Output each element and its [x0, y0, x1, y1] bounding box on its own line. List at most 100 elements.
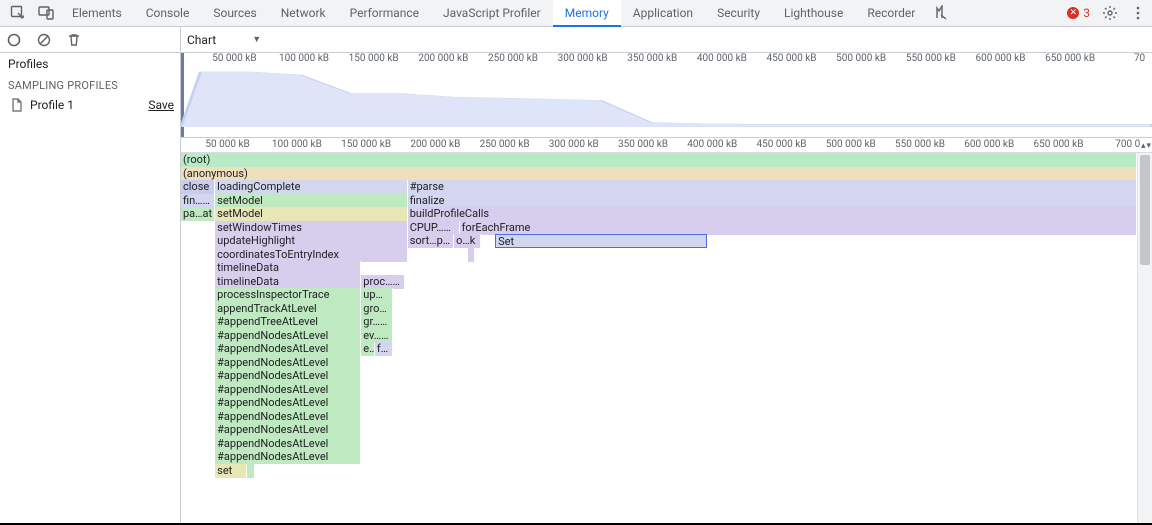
flame-segment[interactable]: proc…ata: [361, 275, 405, 289]
profile-save-link[interactable]: Save: [148, 98, 174, 112]
flame-segment[interactable]: gro…ts: [361, 302, 392, 316]
flame-segment[interactable]: [247, 464, 255, 478]
flame-segment[interactable]: loadingComplete: [215, 180, 408, 194]
flame-row: timelineData: [181, 261, 1137, 274]
ruler-tick: 450 000 kB: [757, 139, 807, 150]
ruler-tick: 500 000 kB: [826, 139, 876, 150]
flame-row: #appendNodesAtLevel: [181, 383, 1137, 396]
ruler-tick: 650 000 kB: [1033, 139, 1083, 150]
ruler-tick: 700 0: [1115, 139, 1140, 150]
ruler-tick: 550 000 kB: [895, 139, 945, 150]
flame-chart[interactable]: (root)(anonymous)closeloadingComplete#pa…: [181, 153, 1152, 523]
flame-row: #appendNodesAtLevel: [181, 437, 1137, 450]
vertical-scrollbar[interactable]: [1137, 153, 1152, 523]
flame-segment[interactable]: fin…ce: [181, 194, 215, 208]
flame-segment[interactable]: Set: [495, 234, 707, 248]
flame-segment[interactable]: #appendNodesAtLevel: [215, 396, 361, 410]
overview-chart[interactable]: 50 000 kB100 000 kB150 000 kB200 000 kB2…: [181, 53, 1152, 138]
tab-performance[interactable]: Performance: [338, 0, 431, 26]
flame-segment[interactable]: setModel: [215, 207, 408, 221]
settings-icon[interactable]: [1096, 0, 1124, 26]
flame-segment[interactable]: appendTrackAtLevel: [215, 302, 361, 316]
tab-recorder[interactable]: Recorder: [855, 0, 927, 26]
flame-segment[interactable]: #appendNodesAtLevel: [215, 342, 361, 356]
flame-segment[interactable]: buildProfileCalls: [408, 207, 1137, 221]
flame-row: #appendNodesAtLevel: [181, 423, 1137, 436]
flame-row: #appendNodesAtLevel: [181, 450, 1137, 463]
kebab-icon[interactable]: [1124, 0, 1152, 26]
flame-row: #appendNodesAtLevel: [181, 356, 1137, 369]
document-icon: [10, 98, 24, 112]
tab-security[interactable]: Security: [705, 0, 772, 26]
flame-segment[interactable]: f…r: [375, 342, 393, 356]
flame-segment[interactable]: (root): [181, 153, 1137, 167]
flame-segment[interactable]: gr…ew: [361, 315, 392, 329]
flame-row: pa…atsetModelbuildProfileCalls: [181, 207, 1137, 220]
block-icon[interactable]: [36, 32, 52, 48]
delete-icon[interactable]: [66, 32, 82, 48]
flame-row: #appendNodesAtLevel: [181, 410, 1137, 423]
ruler-tick: 350 000 kB: [618, 139, 668, 150]
flame-segment[interactable]: close: [181, 180, 215, 194]
inspect-icon[interactable]: [4, 0, 32, 26]
flame-row: #appendNodesAtLevel: [181, 396, 1137, 409]
flame-segment[interactable]: ev…ew: [361, 329, 392, 343]
overview-area: [181, 67, 1152, 127]
device-toggle-icon[interactable]: [32, 0, 60, 26]
tab-sources[interactable]: Sources: [201, 0, 268, 26]
ruler-tick: 400 000 kB: [687, 139, 737, 150]
flame-segment[interactable]: #appendNodesAtLevel: [215, 437, 361, 451]
profile-item[interactable]: Profile 1 Save: [0, 94, 180, 116]
ruler-tick: 250 000 kB: [488, 53, 538, 64]
flame-segment[interactable]: coordinatesToEntryIndex: [215, 248, 408, 262]
flame-segment[interactable]: #appendNodesAtLevel: [215, 410, 361, 424]
flame-segment[interactable]: #appendNodesAtLevel: [215, 383, 361, 397]
tab-console[interactable]: Console: [134, 0, 202, 26]
flame-segment[interactable]: #appendTreeAtLevel: [215, 315, 361, 329]
flame-segment[interactable]: set: [215, 464, 246, 478]
timeline-ruler[interactable]: 50 000 kB100 000 kB150 000 kB200 000 kB2…: [181, 138, 1152, 153]
flame-segment[interactable]: #appendNodesAtLevel: [215, 423, 361, 437]
flame-segment[interactable]: e…: [361, 342, 375, 356]
record-icon[interactable]: [6, 32, 22, 48]
tab-memory[interactable]: Memory: [553, 0, 621, 27]
view-select[interactable]: Chart ▼: [187, 33, 261, 47]
flame-segment[interactable]: #appendNodesAtLevel: [215, 369, 361, 383]
flame-segment[interactable]: timelineData: [215, 261, 361, 275]
flame-row: fin…cesetModelfinalize: [181, 194, 1137, 207]
ruler-tick: 300 000 kB: [549, 139, 599, 150]
flame-segment[interactable]: sort…ples: [408, 234, 454, 248]
flame-segment[interactable]: CPUP…del: [408, 221, 460, 235]
flame-segment[interactable]: #parse: [408, 180, 1137, 194]
flame-segment[interactable]: (anonymous): [181, 167, 1137, 181]
tab-lighthouse[interactable]: Lighthouse: [772, 0, 855, 26]
tab-application[interactable]: Application: [621, 0, 705, 26]
flame-segment[interactable]: up…up: [361, 288, 392, 302]
error-badge[interactable]: ✕ 3: [1061, 0, 1096, 26]
flame-segment[interactable]: forEachFrame: [460, 221, 1137, 235]
tab-elements[interactable]: Elements: [60, 0, 134, 26]
ruler-tick: 150 000 kB: [349, 53, 399, 64]
flame-segment[interactable]: timelineData: [215, 275, 361, 289]
tab-javascript-profiler[interactable]: JavaScript Profiler: [431, 0, 553, 26]
scrollbar-thumb[interactable]: [1140, 155, 1150, 265]
flame-segment[interactable]: [468, 248, 475, 262]
memory-toolbar: Chart ▼: [0, 27, 1152, 53]
flame-segment[interactable]: updateHighlight: [215, 234, 408, 248]
ruler-tick: 650 000 kB: [1045, 53, 1095, 64]
flame-segment[interactable]: #appendNodesAtLevel: [215, 356, 361, 370]
chevron-down-icon: ▼: [252, 34, 261, 45]
flame-row: timelineDataproc…ata: [181, 275, 1137, 288]
flame-segment[interactable]: o…k: [454, 234, 481, 248]
tab-network[interactable]: Network: [269, 0, 338, 26]
ruler-tick: 500 000 kB: [836, 53, 886, 64]
profile-item-label: Profile 1: [30, 98, 74, 112]
flame-segment[interactable]: #appendNodesAtLevel: [215, 329, 361, 343]
flame-segment[interactable]: pa…at: [181, 207, 215, 221]
flame-segment[interactable]: setModel: [215, 194, 408, 208]
ruler-collapse-arrows[interactable]: ▴▾: [1141, 138, 1152, 153]
flame-segment[interactable]: setWindowTimes: [215, 221, 408, 235]
flame-segment[interactable]: #appendNodesAtLevel: [215, 450, 361, 464]
flame-segment[interactable]: finalize: [408, 194, 1137, 208]
flame-segment[interactable]: processInspectorTrace: [215, 288, 361, 302]
